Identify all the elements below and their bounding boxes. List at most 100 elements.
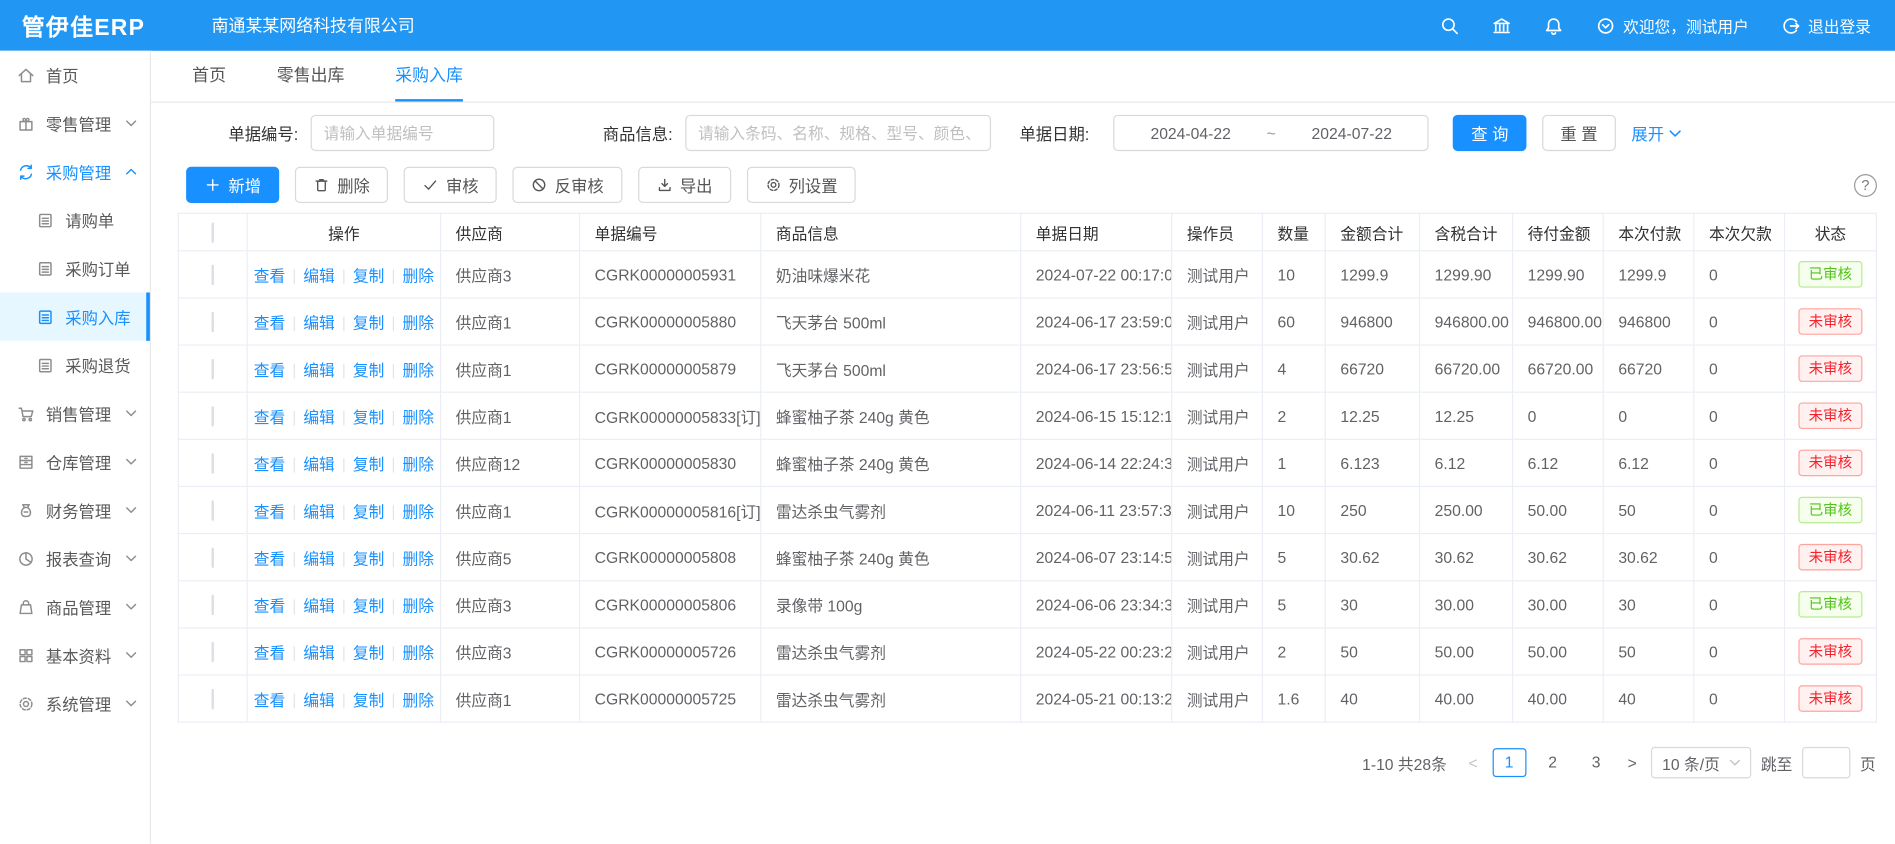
user-menu[interactable]: 欢迎您，测试用户 bbox=[1595, 14, 1749, 37]
help-icon[interactable]: ? bbox=[1854, 173, 1877, 196]
sidebar-item-purchase-mgmt[interactable]: 采购管理 bbox=[0, 147, 150, 195]
sidebar-item-purchase-request[interactable]: 请购单 bbox=[0, 196, 150, 244]
notifications-button[interactable] bbox=[1543, 15, 1564, 36]
delete-link[interactable]: 删除 bbox=[402, 549, 433, 567]
sidebar-item-basic-data[interactable]: 基本资料 bbox=[0, 631, 150, 679]
view-link[interactable]: 查看 bbox=[254, 502, 285, 520]
product-info-input[interactable] bbox=[685, 115, 991, 151]
delete-link[interactable]: 删除 bbox=[402, 691, 433, 709]
copy-link[interactable]: 复制 bbox=[353, 549, 384, 567]
copy-link[interactable]: 复制 bbox=[353, 314, 384, 332]
order-no-input[interactable] bbox=[310, 115, 494, 151]
edit-link[interactable]: 编辑 bbox=[303, 644, 334, 662]
edit-link[interactable]: 编辑 bbox=[303, 408, 334, 426]
operator-cell: 测试用户 bbox=[1172, 439, 1263, 486]
row-checkbox[interactable] bbox=[212, 453, 214, 474]
copy-link[interactable]: 复制 bbox=[353, 266, 384, 284]
page-size-select[interactable]: 10 条/页 bbox=[1651, 747, 1751, 778]
delete-link[interactable]: 删除 bbox=[402, 455, 433, 473]
delete-link[interactable]: 删除 bbox=[402, 266, 433, 284]
grid-icon bbox=[17, 646, 35, 664]
sidebar-item-purchase-order[interactable]: 采购订单 bbox=[0, 244, 150, 292]
expand-filters-link[interactable]: 展开 bbox=[1631, 121, 1681, 145]
date-from-value[interactable]: 2024-04-22 bbox=[1115, 124, 1267, 142]
row-checkbox[interactable] bbox=[212, 358, 214, 379]
document-icon bbox=[36, 259, 54, 277]
sidebar-item-label: 请购单 bbox=[65, 208, 114, 232]
copy-link[interactable]: 复制 bbox=[353, 691, 384, 709]
prev-page-icon[interactable]: < bbox=[1464, 754, 1483, 772]
sidebar-item-product-mgmt[interactable]: 商品管理 bbox=[0, 583, 150, 631]
select-all-checkbox[interactable] bbox=[212, 222, 214, 243]
search-button[interactable] bbox=[1439, 15, 1460, 36]
edit-link[interactable]: 编辑 bbox=[303, 549, 334, 567]
sidebar-item-warehouse-mgmt[interactable]: 仓库管理 bbox=[0, 438, 150, 486]
view-link[interactable]: 查看 bbox=[254, 266, 285, 284]
row-checkbox[interactable] bbox=[212, 688, 214, 709]
date-to-value[interactable]: 2024-07-22 bbox=[1276, 124, 1428, 142]
copy-link[interactable]: 复制 bbox=[353, 455, 384, 473]
page-number-3[interactable]: 3 bbox=[1579, 748, 1613, 777]
edit-link[interactable]: 编辑 bbox=[303, 596, 334, 614]
copy-link[interactable]: 复制 bbox=[353, 596, 384, 614]
page-number-2[interactable]: 2 bbox=[1536, 748, 1570, 777]
date-range-picker[interactable]: 2024-04-22 ~ 2024-07-22 bbox=[1113, 115, 1428, 151]
delete-link[interactable]: 删除 bbox=[402, 596, 433, 614]
delete-link[interactable]: 删除 bbox=[402, 644, 433, 662]
sidebar-item-purchase-inbound[interactable]: 采购入库 bbox=[0, 292, 150, 340]
edit-link[interactable]: 编辑 bbox=[303, 361, 334, 379]
edit-link[interactable]: 编辑 bbox=[303, 266, 334, 284]
add-button[interactable]: 新增 bbox=[186, 167, 279, 203]
unaudit-button[interactable]: 反审核 bbox=[512, 167, 621, 203]
sidebar-item-home[interactable]: 首页 bbox=[0, 51, 150, 99]
row-checkbox[interactable] bbox=[212, 405, 214, 426]
delete-link[interactable]: 删除 bbox=[402, 314, 433, 332]
page-number-1[interactable]: 1 bbox=[1492, 748, 1526, 777]
reset-button[interactable]: 重 置 bbox=[1542, 115, 1615, 151]
sidebar-item-system-mgmt[interactable]: 系统管理 bbox=[0, 679, 150, 727]
view-link[interactable]: 查看 bbox=[254, 314, 285, 332]
view-link[interactable]: 查看 bbox=[254, 455, 285, 473]
view-link[interactable]: 查看 bbox=[254, 408, 285, 426]
edit-link[interactable]: 编辑 bbox=[303, 314, 334, 332]
row-checkbox[interactable] bbox=[212, 500, 214, 521]
next-page-icon[interactable]: > bbox=[1623, 754, 1642, 772]
edit-link[interactable]: 编辑 bbox=[303, 502, 334, 520]
export-button[interactable]: 导出 bbox=[638, 167, 731, 203]
copy-link[interactable]: 复制 bbox=[353, 408, 384, 426]
sidebar-item-report-query[interactable]: 报表查询 bbox=[0, 534, 150, 582]
view-link[interactable]: 查看 bbox=[254, 644, 285, 662]
edit-link[interactable]: 编辑 bbox=[303, 455, 334, 473]
copy-link[interactable]: 复制 bbox=[353, 502, 384, 520]
tab-purchase-inbound[interactable]: 采购入库 bbox=[395, 51, 463, 102]
audit-button[interactable]: 审核 bbox=[404, 167, 497, 203]
sidebar-item-sales-mgmt[interactable]: 销售管理 bbox=[0, 389, 150, 437]
sidebar-item-purchase-return[interactable]: 采购退货 bbox=[0, 341, 150, 389]
copy-link[interactable]: 复制 bbox=[353, 361, 384, 379]
delete-button[interactable]: 删除 bbox=[295, 167, 388, 203]
jump-page-input[interactable] bbox=[1802, 747, 1850, 778]
row-checkbox[interactable] bbox=[212, 311, 214, 332]
tab-home[interactable]: 首页 bbox=[192, 51, 226, 102]
row-checkbox[interactable] bbox=[212, 641, 214, 662]
tab-retail-outbound[interactable]: 零售出库 bbox=[277, 51, 345, 102]
view-link[interactable]: 查看 bbox=[254, 361, 285, 379]
row-checkbox[interactable] bbox=[212, 594, 214, 615]
delete-link[interactable]: 删除 bbox=[402, 361, 433, 379]
row-checkbox[interactable] bbox=[212, 264, 214, 285]
amount-tax-cell: 1299.90 bbox=[1420, 251, 1513, 298]
sidebar-item-finance-mgmt[interactable]: 财务管理 bbox=[0, 486, 150, 534]
column-settings-button[interactable]: 列设置 bbox=[746, 167, 855, 203]
workbench-button[interactable] bbox=[1491, 15, 1512, 36]
delete-link[interactable]: 删除 bbox=[402, 408, 433, 426]
edit-link[interactable]: 编辑 bbox=[303, 691, 334, 709]
row-checkbox[interactable] bbox=[212, 547, 214, 568]
sidebar-item-retail-mgmt[interactable]: 零售管理 bbox=[0, 99, 150, 147]
delete-link[interactable]: 删除 bbox=[402, 502, 433, 520]
logout-button[interactable]: 退出登录 bbox=[1780, 14, 1871, 37]
view-link[interactable]: 查看 bbox=[254, 549, 285, 567]
view-link[interactable]: 查看 bbox=[254, 596, 285, 614]
copy-link[interactable]: 复制 bbox=[353, 644, 384, 662]
search-submit-button[interactable]: 查 询 bbox=[1453, 115, 1526, 151]
view-link[interactable]: 查看 bbox=[254, 691, 285, 709]
